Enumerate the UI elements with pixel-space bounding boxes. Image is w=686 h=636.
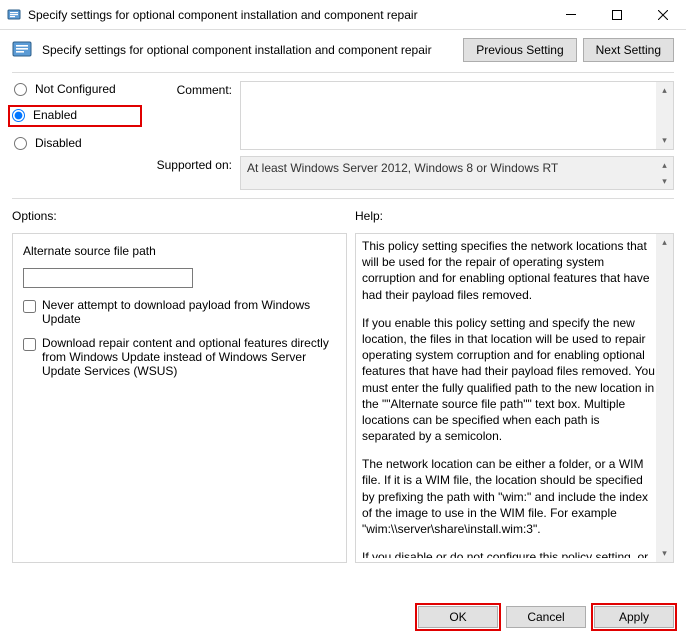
checkbox-never-download-label: Never attempt to download payload from W… [42,298,336,326]
header-description: Specify settings for optional component … [42,43,455,57]
radio-disabled[interactable]: Disabled [12,135,142,151]
help-box: This policy setting specifies the networ… [355,233,674,563]
comment-row: Comment: ▴ ▾ [154,81,674,150]
highlight-enabled: Enabled [8,105,142,127]
alt-path-label: Alternate source file path [23,244,336,258]
scrollbar[interactable]: ▴ ▾ [656,82,673,149]
supported-value: At least Windows Server 2012, Windows 8 … [241,157,673,189]
minimize-button[interactable] [548,0,594,29]
checkbox-never-download-input[interactable] [23,300,36,313]
panels: Options: Alternate source file path Neve… [0,199,686,567]
state-row: Not Configured Enabled Disabled Comment:… [0,73,686,194]
scroll-up-icon: ▴ [656,157,673,173]
nav-buttons: Previous Setting Next Setting [463,38,674,62]
previous-setting-button[interactable]: Previous Setting [463,38,576,62]
checkbox-wsus[interactable]: Download repair content and optional fea… [23,336,336,378]
radio-not-configured-input[interactable] [14,83,27,96]
scroll-up-icon: ▴ [656,234,673,251]
help-panel: Help: This policy setting specifies the … [355,209,674,563]
next-setting-button[interactable]: Next Setting [583,38,674,62]
supported-field: At least Windows Server 2012, Windows 8 … [240,156,674,190]
checkbox-wsus-label: Download repair content and optional fea… [42,336,336,378]
supported-label: Supported on: [154,156,232,172]
apply-button[interactable]: Apply [594,606,674,628]
options-content: Alternate source file path Never attempt… [13,234,346,388]
options-panel: Options: Alternate source file path Neve… [12,209,347,563]
radio-enabled-input[interactable] [12,109,25,122]
cancel-button[interactable]: Cancel [506,606,586,628]
radio-enabled[interactable]: Enabled [10,107,132,123]
scroll-down-icon: ▾ [656,545,673,562]
state-column: Not Configured Enabled Disabled [12,81,142,190]
scroll-up-icon: ▴ [656,82,673,99]
help-paragraph: If you disable or do not configure this … [362,549,656,558]
scrollbar[interactable]: ▴ ▾ [656,157,673,189]
checkbox-wsus-input[interactable] [23,338,36,351]
help-paragraph: This policy setting specifies the networ… [362,238,656,303]
footer: OK Cancel Apply [418,606,674,628]
radio-disabled-input[interactable] [14,137,27,150]
help-content: This policy setting specifies the networ… [362,238,656,558]
comment-column: Comment: ▴ ▾ Supported on: At least Wind… [154,81,674,190]
comment-textarea[interactable] [241,82,655,146]
scroll-down-icon: ▾ [656,132,673,149]
radio-enabled-label: Enabled [33,108,77,122]
alt-path-input[interactable] [23,268,193,288]
options-label: Options: [12,209,347,223]
maximize-button[interactable] [594,0,640,29]
ok-button[interactable]: OK [418,606,498,628]
header-row: Specify settings for optional component … [0,30,686,68]
app-icon [6,7,22,23]
scroll-down-icon: ▾ [656,173,673,189]
checkbox-never-download[interactable]: Never attempt to download payload from W… [23,298,336,326]
options-box: Alternate source file path Never attempt… [12,233,347,563]
radio-not-configured[interactable]: Not Configured [12,81,142,97]
radio-disabled-label: Disabled [35,136,82,150]
window-title: Specify settings for optional component … [28,8,548,22]
help-paragraph: If you enable this policy setting and sp… [362,315,656,445]
help-paragraph: The network location can be either a fol… [362,456,656,537]
help-label: Help: [355,209,674,223]
close-button[interactable] [640,0,686,29]
window-buttons [548,0,686,29]
titlebar: Specify settings for optional component … [0,0,686,30]
scrollbar[interactable]: ▴ ▾ [656,234,673,562]
comment-field: ▴ ▾ [240,81,674,150]
supported-row: Supported on: At least Windows Server 20… [154,156,674,190]
comment-label: Comment: [154,81,232,97]
radio-not-configured-label: Not Configured [35,82,116,96]
policy-icon [10,38,34,62]
